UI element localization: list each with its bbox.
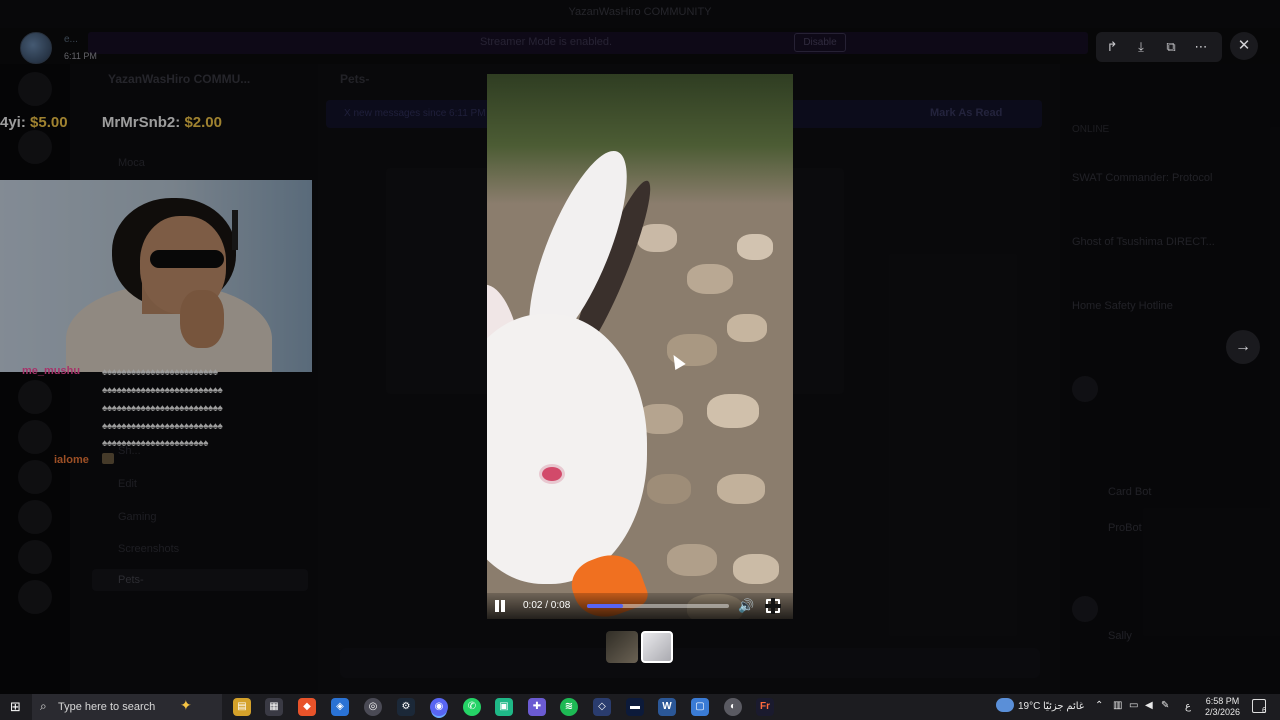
battery-icon[interactable]: ▭ [1129,700,1138,711]
clock-time: 6:58 PM [1205,696,1240,706]
app-icon[interactable]: ◈ [331,698,349,716]
app-icon[interactable]: ◎ [364,698,382,716]
video-player[interactable] [487,74,793,619]
screen: YazanWasHiro COMMUNITY Streamer Mode is … [0,0,1280,720]
app-icon[interactable]: ▣ [495,698,513,716]
forward-icon[interactable]: ↱ [1103,38,1121,56]
video-time: 0:02 / 0:08 [523,600,571,611]
taskbar-clock[interactable]: 6:58 PM 2/3/2026 [1205,696,1240,718]
media-thumbnail-selected[interactable] [641,631,673,663]
whatsapp-icon[interactable]: ✆ [463,698,481,716]
search-icon: ⌕ [40,699,47,713]
pen-icon[interactable]: ✎ [1161,700,1169,711]
more-icon[interactable]: ⋯ [1192,38,1210,56]
next-media-button[interactable]: → [1226,330,1260,364]
file-explorer-icon[interactable]: ▤ [233,698,251,716]
video-seek-bar[interactable] [587,604,729,608]
taskbar-search-input[interactable]: Type here to search [58,701,155,713]
weather-icon[interactable] [996,698,1014,712]
store-icon[interactable]: ▦ [265,698,283,716]
open-external-icon[interactable]: ⧉ [1162,38,1180,56]
brave-icon[interactable]: ◆ [298,698,316,716]
windows-start-icon[interactable]: ⊞ [10,700,24,714]
download-icon[interactable]: ⤓ [1132,38,1150,56]
gamepad-icon[interactable]: ✚ [528,698,546,716]
discord-icon[interactable]: ◉ [430,698,448,716]
pause-icon[interactable] [493,599,507,613]
word-icon[interactable]: W [658,698,676,716]
input-language[interactable]: ع [1185,701,1191,712]
tray-chevron-icon[interactable]: ⌃ [1095,700,1103,711]
fresco-icon[interactable]: Fr [756,698,774,716]
speaker-icon[interactable]: ◀ [1145,700,1153,711]
spotify-icon[interactable]: ≋ [560,698,578,716]
notification-count: 6 [1262,706,1267,715]
weather-text[interactable]: غائم جزئيًا [1043,701,1084,712]
copilot-sparkle-icon[interactable]: ✦ [180,697,192,714]
weather-temp[interactable]: 19°C [1018,701,1040,712]
app-icon[interactable]: ▢ [691,698,709,716]
network-icon[interactable]: ▥ [1113,700,1122,711]
fullscreen-icon[interactable] [765,598,781,614]
media-thumbnail[interactable] [606,631,638,663]
video-seek-progress [587,604,623,608]
clock-date: 2/3/2026 [1205,707,1241,717]
volume-icon[interactable]: 🔊 [738,598,756,614]
close-lightbox-button[interactable]: ✕ [1230,32,1258,60]
app-icon[interactable]: ◐ [724,698,742,716]
steam-icon[interactable]: ⚙ [397,698,415,716]
app-icon[interactable]: ▬ [626,698,644,716]
app-icon[interactable]: ◇ [593,698,611,716]
